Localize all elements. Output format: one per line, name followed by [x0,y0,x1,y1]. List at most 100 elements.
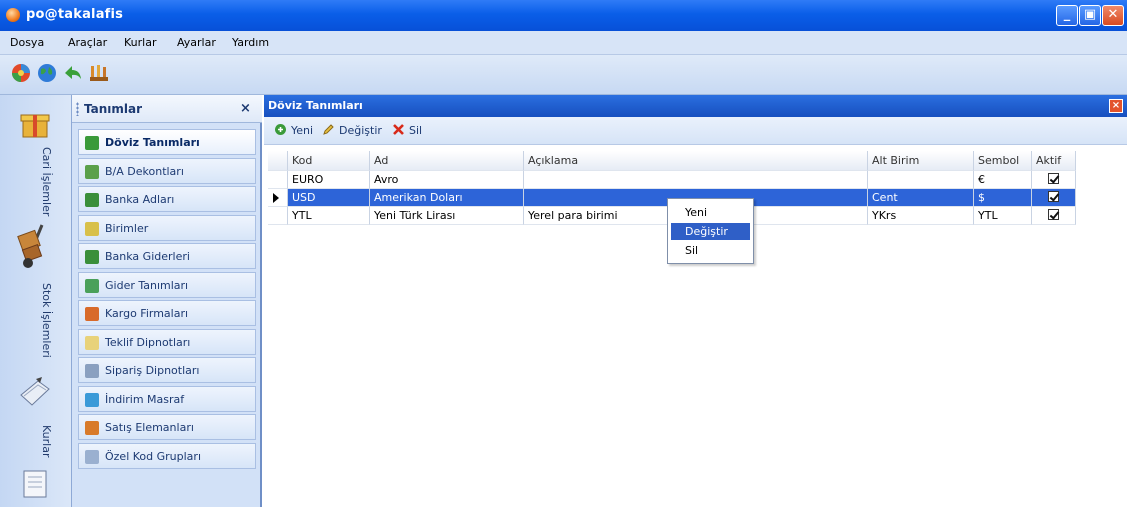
hand-truck-icon [17,224,44,268]
green-arrow-back-icon[interactable] [62,62,84,84]
content-header: Döviz Tanımları × [264,95,1127,117]
cell-sembol[interactable]: € [974,171,1032,189]
tanimlar-item-label: Teklif Dipnotları [105,335,191,349]
yeni-button[interactable]: Yeni [274,123,313,139]
cell-alt-birim[interactable]: Cent [868,189,974,207]
notebook-icon [23,470,47,498]
maximize-button[interactable]: ▣ [1079,5,1101,26]
tanimlar-close-button[interactable]: × [240,101,251,116]
context-menu-yeni[interactable]: Yeni [671,204,750,221]
order-note-icon [85,364,99,378]
icon-toolbar [0,55,1127,95]
tanimlar-item-label: Sipariş Dipnotları [105,364,200,377]
bank-icon [85,193,99,207]
nav-kurlar-label: Kurlar [40,425,53,458]
tanimlar-item-label: İndirim Masraf [105,392,185,406]
cell-sembol[interactable]: $ [974,189,1032,207]
tanimlar-item-label: Banka Giderleri [105,250,190,263]
context-menu-degistir[interactable]: Değiştir [671,223,750,240]
row-header[interactable] [268,171,288,189]
cell-kod[interactable]: USD [288,189,370,207]
menu-kurlar[interactable]: Kurlar [124,36,156,49]
current-row-arrow-icon [273,193,279,203]
tanimlar-item[interactable]: Banka Giderleri [78,243,256,269]
menu-yardim[interactable]: Yardım [232,36,269,49]
tanimlar-item[interactable]: Kargo Firmaları [78,300,256,326]
tanimlar-item[interactable]: Döviz Tanımları [78,129,256,155]
context-menu: Yeni Değiştir Sil [667,198,754,264]
tanimlar-header: Tanımlar × [72,95,262,123]
code-group-icon [85,449,99,464]
cell-sembol[interactable]: YTL [974,207,1032,225]
column-header[interactable]: Açıklama [524,151,868,171]
tanimlar-item[interactable]: Satış Elemanları [78,414,256,440]
column-header[interactable]: Sembol [974,151,1032,171]
tanimlar-panel: Tanımlar × Döviz Tanımları B/A Dekontları… [72,95,262,507]
aktif-checkbox[interactable] [1048,191,1059,202]
menu-bar: Dosya Araçlar Kurlar Ayarlar Yardım [0,31,1127,55]
cargo-icon [85,307,99,321]
menu-dosya[interactable]: Dosya [10,36,44,49]
cell-kod[interactable]: YTL [288,207,370,225]
tanimlar-title: Tanımlar [84,102,143,116]
nav-stok-islemleri-label: Stok İşlemleri [40,283,53,358]
tanimlar-item[interactable]: Özel Kod Grupları [78,442,256,469]
close-window-button[interactable]: ✕ [1102,5,1124,26]
colorful-ball-icon[interactable] [10,62,32,84]
nav-extra[interactable] [6,467,66,507]
tanimlar-item[interactable]: B/A Dekontları [78,157,256,184]
cell-ad[interactable]: Amerikan Doları [370,189,524,207]
content-close-button[interactable]: × [1109,99,1123,113]
cell-alt-birim[interactable]: YKrs [868,207,974,225]
cell-aciklama[interactable] [524,171,868,189]
aktif-checkbox[interactable] [1048,209,1059,220]
row-header[interactable] [268,207,288,225]
cell-alt-birim[interactable] [868,171,974,189]
globe-icon[interactable] [36,62,58,84]
tanimlar-item[interactable]: Sipariş Dipnotları [78,357,256,383]
doviz-tanimlari-window: Döviz Tanımları × Yeni Değiştir Sil Kod A… [264,95,1127,507]
cell-ad[interactable]: Avro [370,171,524,189]
navigation-strip: Cari İşlemler Stok İşlemleri Kurlar [0,95,72,507]
tanimlar-item[interactable]: Teklif Dipnotları [78,328,256,355]
aktif-checkbox[interactable] [1048,173,1059,184]
column-header[interactable]: Alt Birim [868,151,974,171]
degistir-button[interactable]: Değiştir [322,123,382,139]
menu-araclar[interactable]: Araçlar [68,36,107,49]
tanimlar-item-label: Satış Elemanları [105,421,194,434]
tanimlar-item[interactable]: Banka Adları [78,186,256,212]
degistir-label: Değiştir [339,124,382,137]
tanimlar-item-label: Döviz Tanımları [105,136,200,149]
cell-kod[interactable]: EURO [288,171,370,189]
tanimlar-item[interactable]: İndirim Masraf [78,385,256,412]
nav-cari-islemler-label: Cari İşlemler [40,147,53,217]
tanimlar-item-label: B/A Dekontları [105,164,184,178]
nav-kurlar[interactable]: Kurlar [6,375,66,475]
grid-row-header-corner [268,151,288,171]
sil-button[interactable]: Sil [392,123,422,139]
toolbox-icon[interactable] [88,62,110,84]
minimize-button[interactable]: _ [1056,5,1078,26]
nav-stok-islemleri[interactable]: Stok İşlemleri [6,223,66,363]
column-header[interactable]: Ad [370,151,524,171]
bank-expense-icon [85,250,99,264]
aktif-cell[interactable] [1032,207,1076,225]
row-header[interactable] [268,189,288,207]
grip-icon [76,102,79,116]
content-toolbar: Yeni Değiştir Sil [264,117,1127,145]
nav-cari-islemler[interactable]: Cari İşlemler [6,107,66,216]
tanimlar-item[interactable]: Birimler [78,214,256,241]
column-header[interactable]: Kod [288,151,370,171]
aktif-cell[interactable] [1032,189,1076,207]
menu-ayarlar[interactable]: Ayarlar [177,36,216,49]
unit-icon [85,221,99,236]
aktif-cell[interactable] [1032,171,1076,189]
column-header[interactable]: Aktif [1032,151,1076,171]
note-icon [85,335,99,350]
context-menu-sil[interactable]: Sil [671,242,750,259]
discount-icon [85,392,99,407]
currency-icon [85,136,99,150]
tanimlar-item[interactable]: Gider Tanımları [78,271,256,298]
content-title: Döviz Tanımları [268,99,363,112]
cell-ad[interactable]: Yeni Türk Lirası [370,207,524,225]
